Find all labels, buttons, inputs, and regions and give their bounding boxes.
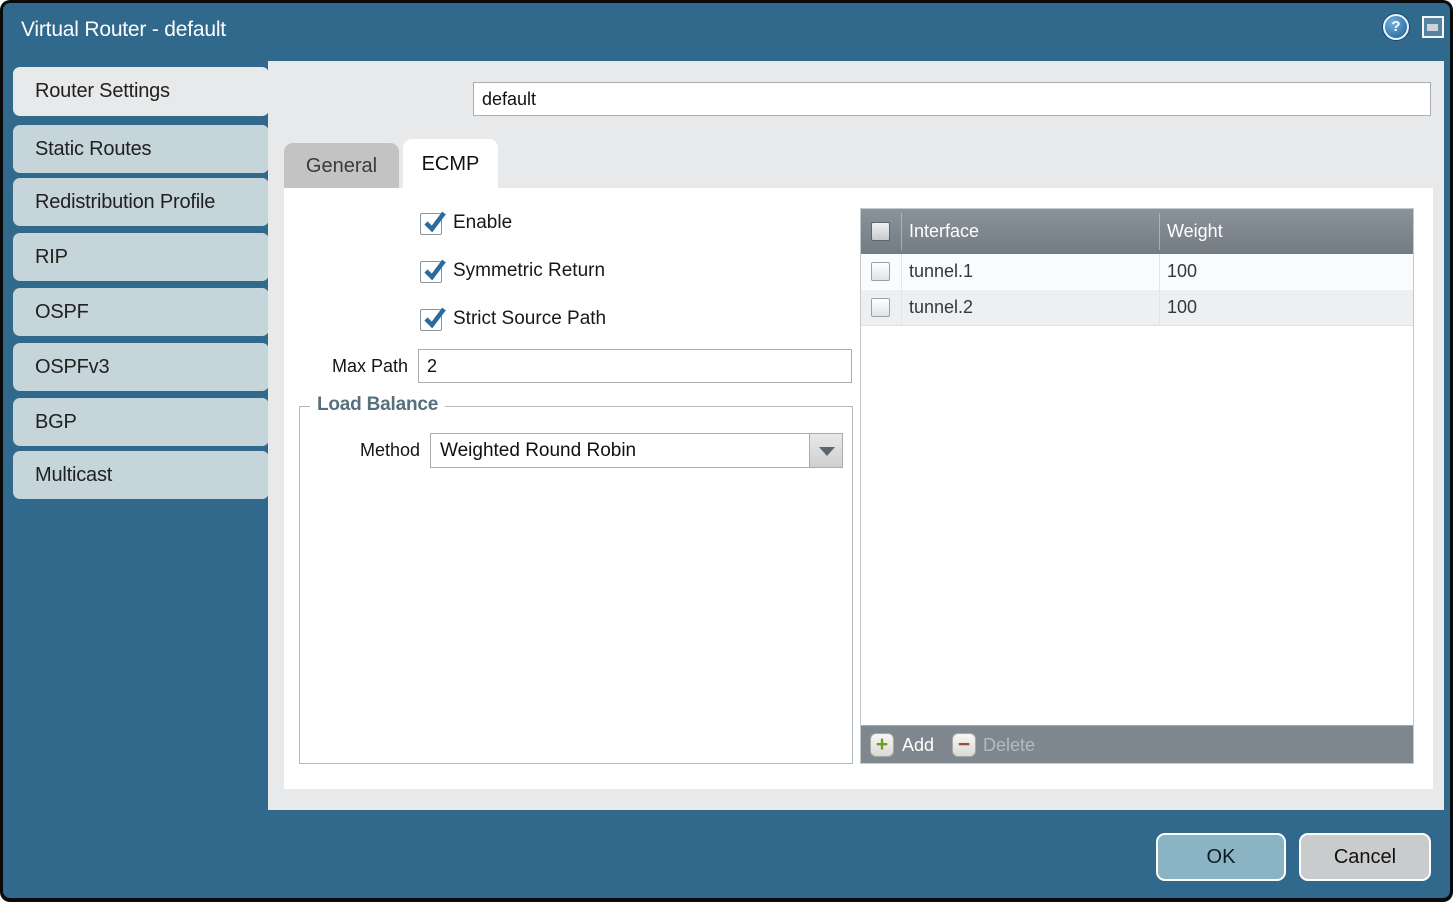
add-button[interactable]: Add bbox=[902, 726, 934, 764]
strict-source-path-checkbox[interactable] bbox=[420, 309, 442, 331]
enable-label: Enable bbox=[453, 212, 512, 234]
interface-cell: tunnel.1 bbox=[909, 254, 973, 289]
row-checkbox[interactable] bbox=[871, 262, 890, 281]
weight-cell: 100 bbox=[1167, 254, 1197, 289]
interface-table: Interface Weight tunnel.1 100 tunnel.2 1… bbox=[860, 208, 1414, 764]
window-dock-icon[interactable] bbox=[1422, 16, 1444, 38]
sidebar-item-bgp[interactable]: BGP bbox=[13, 398, 269, 446]
window-dock-icon-glyph bbox=[1427, 24, 1438, 31]
delete-button[interactable]: Delete bbox=[983, 726, 1035, 764]
checkmark-icon bbox=[421, 257, 447, 283]
weight-cell: 100 bbox=[1167, 290, 1197, 325]
enable-checkbox[interactable] bbox=[420, 213, 442, 235]
sidebar-item-multicast[interactable]: Multicast bbox=[13, 451, 269, 499]
help-icon[interactable]: ? bbox=[1383, 14, 1409, 40]
interface-cell: tunnel.2 bbox=[909, 290, 973, 325]
sidebar-item-static-routes[interactable]: Static Routes bbox=[13, 125, 269, 173]
dialog-title: Virtual Router - default bbox=[21, 18, 226, 42]
content-area: Name General ECMP Enable bbox=[268, 61, 1444, 810]
sidebar-item-redistribution-profile[interactable]: Redistribution Profile bbox=[13, 178, 269, 226]
add-icon[interactable]: + bbox=[870, 733, 894, 757]
symmetric-return-checkbox[interactable] bbox=[420, 261, 442, 283]
column-header-interface: Interface bbox=[909, 209, 979, 254]
column-divider bbox=[901, 254, 902, 326]
symmetric-return-label: Symmetric Return bbox=[453, 260, 605, 282]
ok-button[interactable]: OK bbox=[1156, 833, 1286, 881]
load-balance-legend: Load Balance bbox=[310, 394, 445, 416]
method-dropdown-value: Weighted Round Robin bbox=[440, 434, 636, 467]
sidebar-item-router-settings[interactable]: Router Settings bbox=[13, 67, 269, 116]
checkmark-icon bbox=[421, 209, 447, 235]
column-header-weight: Weight bbox=[1167, 209, 1223, 254]
table-row[interactable]: tunnel.2 100 bbox=[861, 290, 1413, 326]
max-path-label: Max Path bbox=[298, 349, 408, 383]
table-row[interactable]: tunnel.1 100 bbox=[861, 254, 1413, 290]
virtual-router-dialog: Virtual Router - default ? Router Settin… bbox=[0, 0, 1453, 902]
tab-general[interactable]: General bbox=[284, 143, 399, 189]
delete-icon[interactable]: − bbox=[952, 733, 976, 757]
column-divider bbox=[1159, 213, 1160, 250]
table-footer: + Add − Delete bbox=[861, 725, 1413, 763]
strict-source-path-label: Strict Source Path bbox=[453, 308, 606, 330]
sidebar-item-ospfv3[interactable]: OSPFv3 bbox=[13, 343, 269, 391]
method-dropdown-button[interactable] bbox=[809, 434, 842, 467]
name-input[interactable] bbox=[473, 82, 1431, 116]
max-path-input[interactable] bbox=[418, 349, 852, 383]
table-header: Interface Weight bbox=[861, 209, 1413, 254]
chevron-down-icon bbox=[819, 447, 835, 456]
tab-ecmp[interactable]: ECMP bbox=[403, 139, 498, 191]
select-all-checkbox[interactable] bbox=[871, 222, 890, 241]
method-label: Method bbox=[310, 433, 420, 468]
row-checkbox[interactable] bbox=[871, 298, 890, 317]
column-divider bbox=[901, 213, 902, 250]
column-divider bbox=[1159, 254, 1160, 326]
sidebar-item-rip[interactable]: RIP bbox=[13, 233, 269, 281]
dialog-frame: Virtual Router - default ? Router Settin… bbox=[3, 3, 1450, 898]
method-dropdown[interactable]: Weighted Round Robin bbox=[430, 433, 843, 468]
ecmp-tab-panel: Enable Symmetric Return bbox=[284, 188, 1433, 789]
checkmark-icon bbox=[421, 305, 447, 331]
sidebar-item-ospf[interactable]: OSPF bbox=[13, 288, 269, 336]
cancel-button[interactable]: Cancel bbox=[1299, 833, 1431, 881]
